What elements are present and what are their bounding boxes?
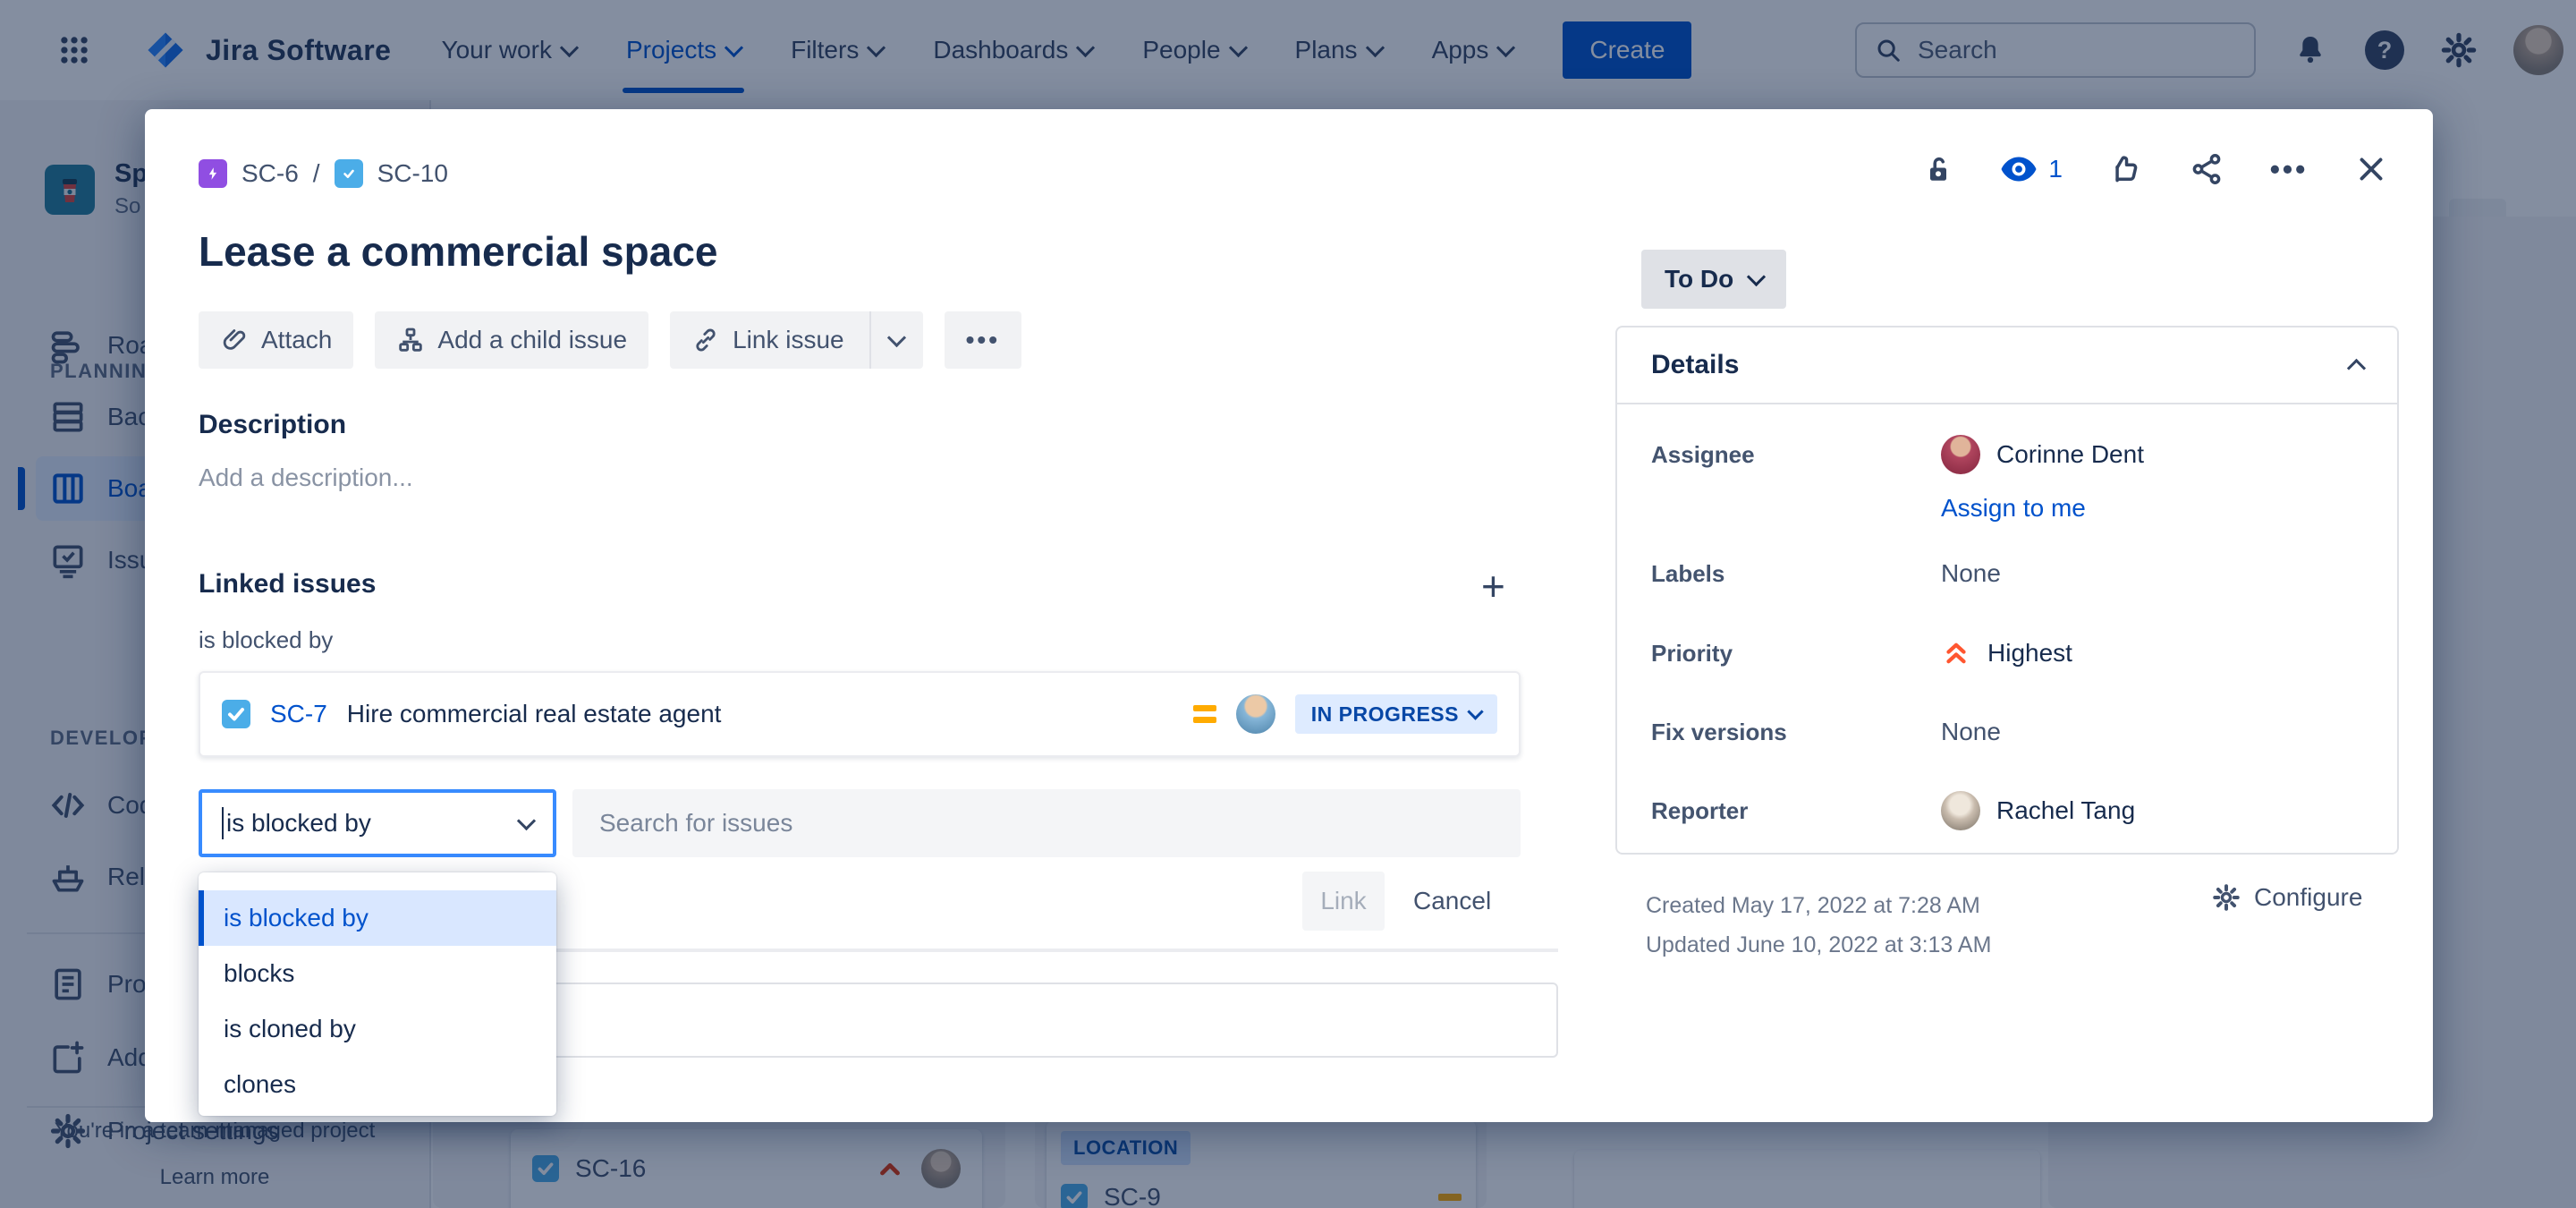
linked-issue-assignee-avatar[interactable]: [1235, 694, 1275, 734]
description-heading: Description: [199, 410, 347, 439]
breadcrumb: SC-6 / SC-10: [199, 159, 448, 188]
chevron-down-icon: [1747, 267, 1767, 286]
text-cursor: [222, 807, 224, 839]
link-type-select[interactable]: is blocked by: [199, 789, 556, 857]
close-icon[interactable]: [2351, 149, 2392, 190]
search-for-issues-input[interactable]: [572, 789, 1521, 857]
dropdown-option-is-cloned-by[interactable]: is cloned by: [199, 1001, 556, 1057]
created-timestamp: Created May 17, 2022 at 7:28 AM: [1646, 893, 1980, 918]
configure-button[interactable]: Configure: [2211, 882, 2362, 913]
chevron-down-icon: [516, 811, 537, 830]
toolbar-more-button[interactable]: •••: [944, 311, 1022, 369]
priority-value: Highest: [1987, 639, 2072, 667]
link-issue-dropdown-chevron[interactable]: [869, 311, 923, 369]
fix-versions-value: None: [1941, 718, 2001, 745]
watchers-count: 1: [2048, 155, 2063, 183]
dropdown-option-clones[interactable]: clones: [199, 1057, 556, 1112]
details-panel-header[interactable]: Details: [1617, 328, 2397, 404]
priority-highest-icon: [1946, 642, 1966, 664]
task-icon: [334, 159, 363, 188]
watchers[interactable]: 1: [2000, 155, 2063, 183]
status-dropdown-button[interactable]: To Do: [1641, 250, 1787, 309]
reporter-row[interactable]: Reporter Rachel Tang: [1651, 786, 2363, 836]
labels-value: None: [1941, 559, 2001, 587]
link-issue-button[interactable]: Link issue: [670, 311, 923, 369]
assign-to-me-link[interactable]: Assign to me: [1941, 494, 2086, 523]
details-heading: Details: [1651, 350, 1740, 379]
add-linked-issue-plus-icon[interactable]: +: [1481, 562, 1505, 610]
configure-gear-icon: [2213, 884, 2240, 911]
assignee-row[interactable]: Assignee Corinne Dent: [1651, 430, 2363, 480]
dropdown-option-blocks[interactable]: blocks: [199, 946, 556, 1001]
assign-to-me-row: Assign to me: [1651, 492, 2363, 524]
linked-issue-status-dropdown[interactable]: IN PROGRESS: [1294, 694, 1497, 734]
linked-issue-summary[interactable]: Hire commercial real estate agent: [347, 700, 1174, 728]
add-child-issue-button[interactable]: Add a child issue: [375, 311, 649, 369]
chevron-up-icon: [2346, 358, 2367, 378]
reporter-name: Rachel Tang: [1996, 796, 2136, 824]
share-icon[interactable]: [2186, 149, 2227, 190]
chevron-down-icon: [1467, 702, 1484, 720]
link-type-dropdown-menu: is blocked by blocks is cloned by clones: [199, 872, 556, 1116]
details-panel: Details Assignee Corinne Dent Assign to …: [1615, 326, 2399, 855]
linked-issue-row[interactable]: SC-7 Hire commercial real estate agent I…: [199, 671, 1521, 757]
jira-app: Jira Software Your work Projects Filters…: [0, 0, 2576, 1208]
fix-versions-row[interactable]: Fix versions None: [1651, 712, 2363, 752]
child-issues-icon: [399, 328, 423, 352]
vote-thumbs-up-icon[interactable]: [2104, 149, 2145, 190]
assignee-name: Corinne Dent: [1996, 440, 2144, 468]
link-group-label: is blocked by: [199, 626, 334, 653]
link-type-value: is blocked by: [226, 809, 371, 837]
attach-button[interactable]: Attach: [199, 311, 354, 369]
breadcrumb-separator: /: [312, 159, 320, 187]
assignee-avatar: [1941, 435, 1980, 474]
link-submit-button[interactable]: Link: [1302, 872, 1385, 931]
description-placeholder[interactable]: Add a description...: [199, 464, 413, 492]
epic-icon: [199, 159, 227, 188]
breadcrumb-parent[interactable]: SC-6: [242, 159, 299, 188]
cancel-button[interactable]: Cancel: [1397, 872, 1507, 931]
breadcrumb-current[interactable]: SC-10: [377, 159, 448, 188]
linked-issue-key[interactable]: SC-7: [270, 700, 327, 728]
task-icon: [222, 700, 250, 728]
issue-title[interactable]: Lease a commercial space: [199, 227, 717, 276]
watch-eye-icon: [2001, 157, 2037, 182]
updated-timestamp: Updated June 10, 2022 at 3:13 AM: [1646, 932, 1992, 957]
unlock-icon[interactable]: [1918, 149, 1959, 190]
paperclip-icon: [223, 329, 246, 350]
labels-row[interactable]: Labels None: [1651, 554, 2363, 593]
more-actions-icon[interactable]: •••: [2268, 149, 2309, 190]
linked-issues-heading: Linked issues: [199, 569, 377, 599]
priority-row[interactable]: Priority Highest: [1651, 632, 2363, 675]
dropdown-option-is-blocked-by[interactable]: is blocked by: [199, 890, 556, 946]
issue-modal: SC-6 / SC-10 1 ••• Lease a commercial sp…: [145, 109, 2433, 1122]
link-icon: [696, 328, 716, 352]
issue-toolbar: Attach Add a child issue Link issue •••: [199, 311, 1022, 369]
priority-medium-icon: [1192, 705, 1216, 723]
reporter-avatar: [1941, 791, 1980, 830]
